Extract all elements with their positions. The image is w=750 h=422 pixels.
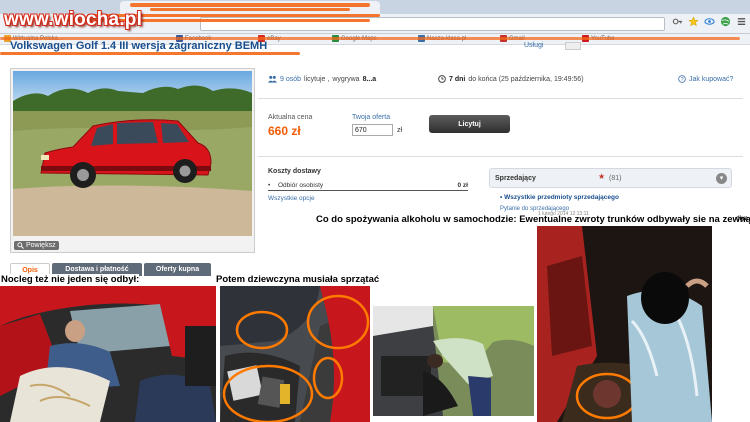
current-price: 660 zł — [268, 124, 301, 138]
seller-items-label: Wszystkie przedmioty sprzedającego — [504, 194, 619, 201]
caption-cleaning: Potem dziewczyna musiała sprzątać — [216, 274, 380, 285]
browser-actions — [672, 16, 747, 27]
caption-alcohol: Co do spożywania alkoholu w samochodzie:… — [316, 214, 750, 225]
red-car-photo — [13, 71, 252, 236]
magnifier-icon — [17, 242, 24, 249]
winner-name: 8...a — [362, 75, 377, 83]
photo-dirty-car-interior — [220, 286, 370, 422]
days-left: 7 dni — [449, 75, 466, 83]
bidders-stat: 9 osób licytuje , wygrywa 8...a — [268, 75, 376, 83]
listing-title: Volkswagen Golf 1.4 III wersja zagranicz… — [10, 40, 268, 52]
menu-icon[interactable] — [736, 16, 747, 27]
users-icon — [268, 75, 277, 83]
how-to-buy-link[interactable]: ? Jak kupować? — [678, 75, 733, 83]
divider — [258, 156, 743, 157]
end-date: do końca (25 października, 19:49:56) — [468, 75, 584, 83]
listing-photo[interactable] — [10, 68, 255, 253]
eye-icon[interactable] — [704, 16, 715, 27]
help-icon: ? — [678, 75, 686, 83]
caption-truncated: diya — [736, 216, 749, 222]
chevron-down-icon[interactable]: ▾ — [716, 173, 727, 184]
censor-scribble — [0, 52, 300, 55]
services-link[interactable]: Usługi — [524, 42, 543, 49]
all-shipping-options-link[interactable]: Wszystkie opcje — [268, 195, 315, 202]
seller-rating: (81) — [609, 175, 622, 182]
star-icon[interactable] — [688, 16, 699, 27]
photo-man-sleeping-in-car — [0, 286, 216, 422]
svg-text:?: ? — [680, 77, 683, 83]
winner-label: wygrywa — [332, 75, 360, 83]
seller-label: Sprzedający — [495, 175, 536, 182]
current-price-label: Aktualna cena — [268, 114, 313, 121]
bidders-count[interactable]: 9 osób — [280, 76, 301, 83]
seller-panel[interactable]: Sprzedający ★ (81) ▾ — [489, 168, 732, 188]
shipping-row: • Odbiór osobisty 0 zł — [268, 182, 468, 191]
divider — [258, 98, 743, 99]
seller-items-link[interactable]: • Wszystkie przedmioty sprzedającego — [500, 194, 619, 201]
zoom-photo-button[interactable]: Powiększ — [14, 241, 59, 250]
globe-icon[interactable] — [720, 16, 731, 27]
your-offer-label: Twoja oferta — [352, 114, 391, 121]
key-icon[interactable] — [672, 16, 683, 27]
how-to-buy-label: Jak kupować? — [689, 75, 734, 83]
photo-vomit-outside-car — [537, 226, 712, 422]
bullet: • — [268, 182, 271, 189]
auction-stats: 9 osób licytuje , wygrywa 8...a 7 dni do… — [268, 75, 743, 87]
shipping-price: 0 zł — [457, 182, 468, 189]
currency-label: zł — [397, 127, 403, 134]
seller-star-icon: ★ — [598, 172, 606, 181]
site-watermark: www.wiocha.pl — [4, 9, 143, 30]
services-toggle-button[interactable] — [565, 42, 581, 50]
offer-input[interactable] — [352, 124, 393, 136]
censor-scribble — [130, 3, 370, 7]
censor-scribble — [150, 8, 350, 11]
tab-buy-offers[interactable]: Oferty kupna — [144, 263, 211, 276]
clock-icon — [438, 75, 446, 83]
bid-button[interactable]: Licytuj — [429, 115, 510, 133]
shipping-title: Koszty dostawy — [268, 168, 321, 175]
caption-sleeping: Nocleg też nie jeden się odbył: — [1, 274, 140, 285]
time-left-stat: 7 dni do końca (25 października, 19:49:5… — [438, 75, 584, 83]
zoom-label: Powiększ — [26, 242, 56, 249]
bidders-text: licytuje , — [304, 75, 330, 83]
photo-girl-cleaning-car — [373, 306, 534, 416]
shipping-method: Odbiór osobisty — [278, 182, 324, 189]
